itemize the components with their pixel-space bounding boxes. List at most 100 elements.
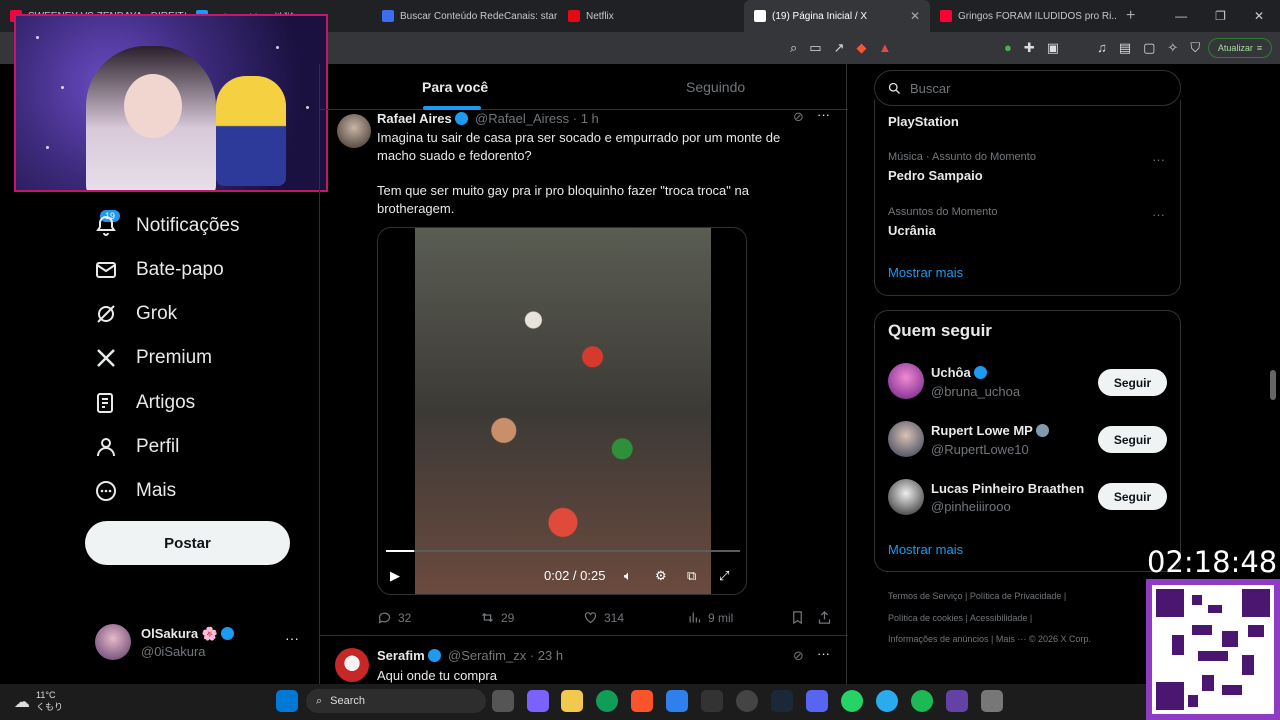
scrollbar[interactable] <box>1270 370 1276 400</box>
more-dots-icon[interactable]: ··· <box>1152 152 1165 167</box>
new-tab-icon[interactable]: + <box>1116 7 1145 25</box>
tab-for-you[interactable]: Para você <box>422 79 488 95</box>
zoom-icon[interactable]: ⌕ <box>790 40 797 56</box>
repost-button[interactable]: 29 <box>480 610 514 625</box>
browser-tab[interactable]: Netflix <box>558 0 744 32</box>
heart-icon <box>584 612 597 624</box>
address-bar[interactable] <box>330 36 770 60</box>
grok-icon[interactable]: ⊘ <box>793 109 804 125</box>
follow-suggestion-name[interactable]: Lucas Pinheiro Braathen <box>931 481 1084 496</box>
tweet-author-name[interactable]: Serafim <box>377 648 441 663</box>
views-button[interactable]: 9 mil <box>687 610 733 625</box>
store-icon[interactable] <box>666 690 688 712</box>
share-icon[interactable]: ↗ <box>834 40 845 56</box>
windows-start-icon[interactable] <box>276 690 298 712</box>
cast-icon[interactable]: ▭ <box>809 40 821 56</box>
more-dots-icon[interactable]: ··· <box>285 630 299 646</box>
tab-following[interactable]: Seguindo <box>686 79 745 95</box>
tweet-author-name[interactable]: Rafael Aires <box>377 111 468 126</box>
task-view-icon[interactable] <box>492 690 514 712</box>
trend-name[interactable]: Pedro Sampaio <box>888 168 983 183</box>
brave-icon[interactable] <box>631 690 653 712</box>
app-icon[interactable] <box>946 690 968 712</box>
extensions-puzzle-icon[interactable]: ✚ <box>1024 40 1035 56</box>
whatsapp-icon[interactable] <box>841 690 863 712</box>
restore-icon[interactable]: ❐ <box>1215 9 1226 23</box>
minimize-icon[interactable]: — <box>1175 9 1187 23</box>
update-button[interactable]: Atualizar ≡ <box>1208 38 1272 58</box>
discord-icon[interactable] <box>806 690 828 712</box>
account-switcher[interactable]: OlSakura 🌸 @0iSakura ··· <box>95 624 305 664</box>
nav-more[interactable]: Mais <box>94 479 176 503</box>
volume-icon[interactable]: 🔈︎ <box>624 568 632 584</box>
ai-icon[interactable]: ✧ <box>1167 40 1178 56</box>
taskbar-search[interactable]: ⌕ Search <box>306 689 486 713</box>
grok-icon[interactable]: ⊘ <box>793 648 804 664</box>
nav-articles[interactable]: Artigos <box>94 391 195 415</box>
fullscreen-icon[interactable]: ⤢ <box>719 568 729 584</box>
weather-widget[interactable]: ☁ 11°C くもり <box>14 690 63 713</box>
steam-icon[interactable] <box>771 690 793 712</box>
verified-badge-icon <box>973 366 987 379</box>
settings-gear-icon[interactable] <box>981 690 1003 712</box>
verified-badge-icon <box>454 112 468 125</box>
close-window-icon[interactable]: ✕ <box>1254 9 1264 23</box>
more-dots-icon[interactable]: ··· <box>1152 207 1165 222</box>
bookmark-button[interactable] <box>790 610 805 625</box>
file-explorer-icon[interactable] <box>561 690 583 712</box>
more-dots-icon[interactable]: ··· <box>817 646 830 661</box>
video-progress-bar[interactable] <box>386 550 740 552</box>
trend-name[interactable]: PlayStation <box>888 114 959 129</box>
browser-tab[interactable]: Buscar Conteúdo RedeCanais: star <box>372 0 558 32</box>
close-tab-icon[interactable]: ✕ <box>910 9 920 23</box>
nav-profile[interactable]: Perfil <box>94 435 179 459</box>
follow-suggestion-name[interactable]: Rupert Lowe MP <box>931 423 1049 438</box>
app-icon[interactable] <box>701 690 723 712</box>
like-button[interactable]: 314 <box>583 610 624 625</box>
show-more-link[interactable]: Mostrar mais <box>888 542 963 557</box>
music-icon[interactable]: ♫ <box>1097 40 1107 56</box>
follow-button[interactable]: Seguir <box>1098 369 1167 396</box>
wallet-icon[interactable]: ▢ <box>1143 40 1155 56</box>
footer-links[interactable]: Política de cookies | Acessibilidade | <box>888 613 1032 623</box>
telegram-icon[interactable] <box>876 690 898 712</box>
settings-gear-icon[interactable]: ⚙︎ <box>655 568 667 584</box>
follow-suggestion-name[interactable]: Uchôa <box>931 365 987 380</box>
play-icon[interactable]: ▶ <box>390 568 400 584</box>
nav-grok[interactable]: Grok <box>94 302 177 326</box>
follow-button[interactable]: Seguir <box>1098 483 1167 510</box>
show-more-link[interactable]: Mostrar mais <box>888 265 963 280</box>
reply-button[interactable]: 32 <box>377 610 411 625</box>
browser-tab-active[interactable]: (19) Página Inicial / X ✕ <box>744 0 930 32</box>
brave-rewards-icon[interactable]: ▲ <box>878 40 891 56</box>
post-button[interactable]: Postar <box>85 521 290 565</box>
footer-links[interactable]: Informações de anúncios | Mais ··· © 202… <box>888 634 1091 644</box>
follow-button[interactable]: Seguir <box>1098 426 1167 453</box>
nav-premium[interactable]: Premium <box>94 346 212 370</box>
vpn-icon[interactable]: ⛉ <box>1190 40 1200 56</box>
video-player[interactable]: ▶ 0:02 / 0:25 🔈︎ ⚙︎ ⧉ ⤢ <box>377 227 747 595</box>
extension-green-icon[interactable]: ● <box>1004 40 1012 56</box>
more-dots-icon[interactable]: ··· <box>817 107 830 122</box>
brave-shield-icon[interactable]: ◆ <box>856 40 866 56</box>
avatar[interactable] <box>888 363 924 399</box>
screenshot-icon[interactable]: ▣ <box>1047 40 1059 56</box>
spotify-icon[interactable] <box>911 690 933 712</box>
avatar[interactable] <box>888 421 924 457</box>
nav-notifications[interactable]: Notificações <box>94 214 240 238</box>
footer-links[interactable]: Termos de Serviço | Política de Privacid… <box>888 591 1066 601</box>
tweet-handle-time[interactable]: @Serafim_zx · 23 h <box>448 648 563 663</box>
nav-chat[interactable]: Bate-papo <box>94 258 224 282</box>
pip-icon[interactable]: ⧉ <box>687 568 696 584</box>
copilot-icon[interactable] <box>527 690 549 712</box>
obs-icon[interactable] <box>736 690 758 712</box>
sidebar-icon[interactable]: ▤ <box>1119 40 1131 56</box>
avatar[interactable] <box>888 479 924 515</box>
trend-name[interactable]: Ucrânia <box>888 223 936 238</box>
avatar[interactable] <box>335 648 369 682</box>
avatar[interactable] <box>337 114 371 148</box>
edge-icon[interactable] <box>596 690 618 712</box>
browser-tab[interactable]: Gringos FORAM ILUDIDOS pro Ri... <box>930 0 1116 32</box>
tweet-handle-time[interactable]: @Rafael_Airess · 1 h <box>475 111 599 126</box>
share-button[interactable] <box>817 610 832 625</box>
